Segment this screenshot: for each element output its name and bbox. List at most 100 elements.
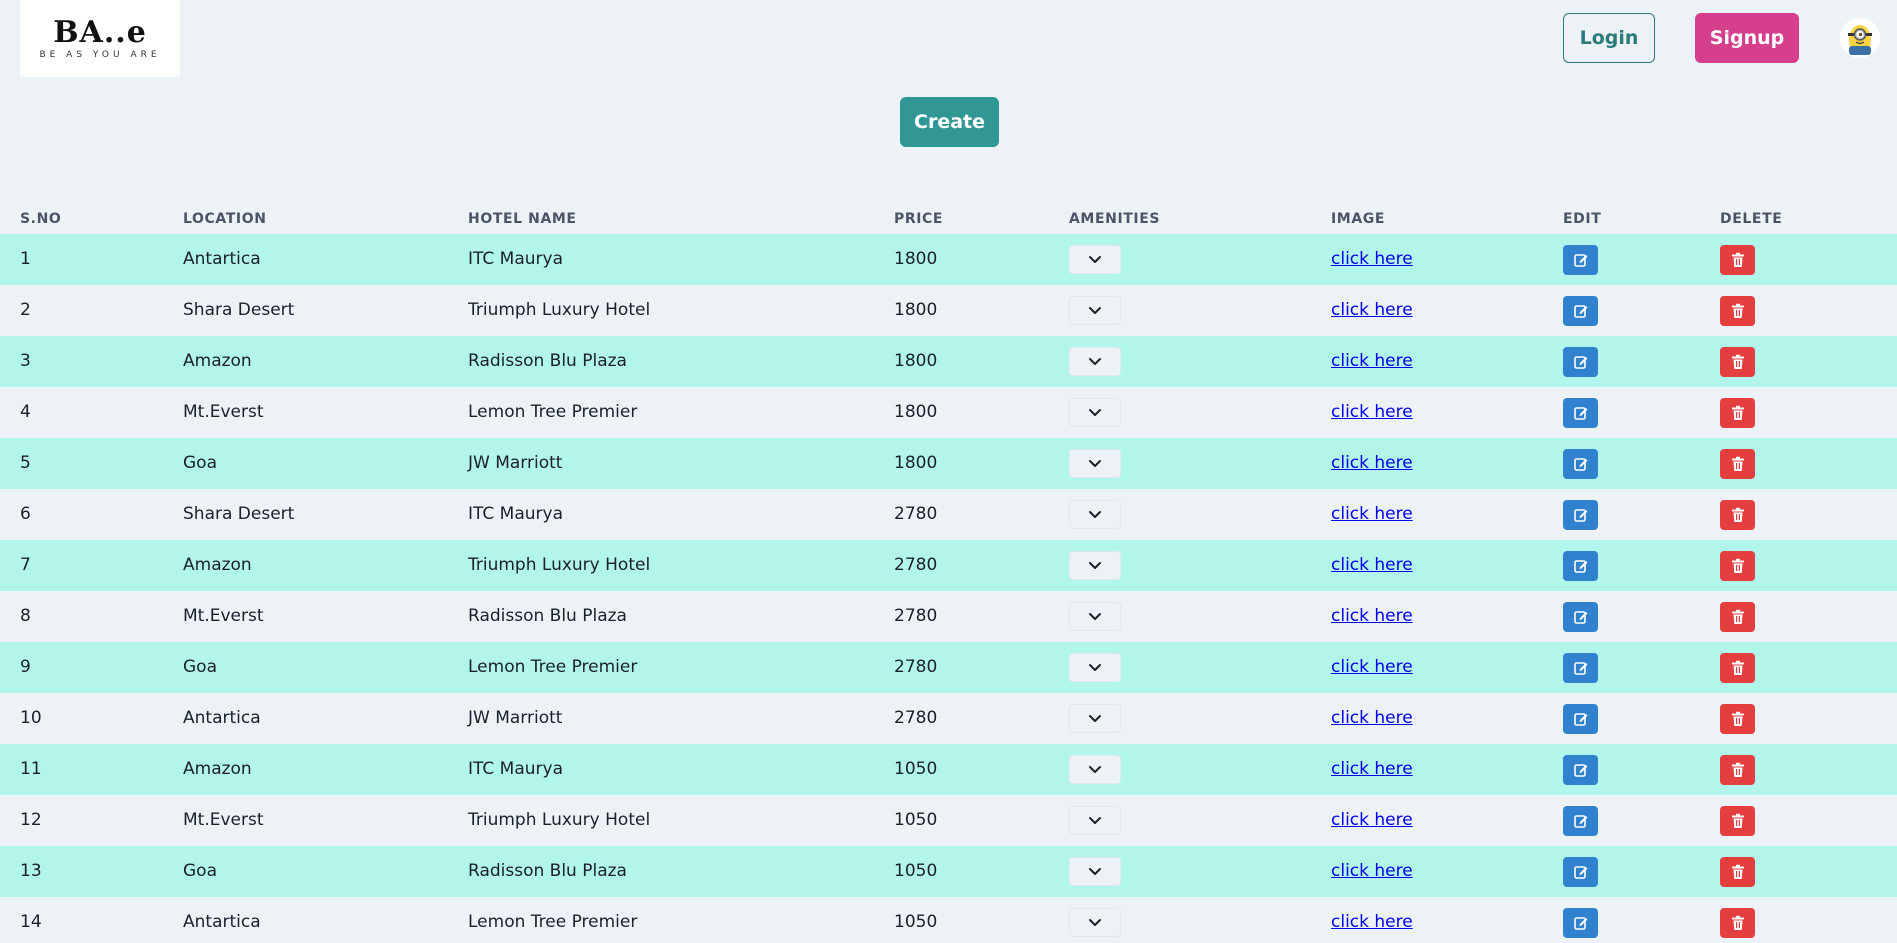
table-row: 7 Amazon Triumph Luxury Hotel 2780 click her… [0, 540, 1897, 591]
amenities-dropdown[interactable] [1069, 449, 1121, 478]
trash-icon [1731, 558, 1745, 574]
delete-button[interactable] [1720, 602, 1755, 632]
edit-button[interactable] [1563, 857, 1598, 887]
cell-location: Goa [183, 453, 217, 473]
delete-button[interactable] [1720, 245, 1755, 275]
delete-button[interactable] [1720, 347, 1755, 377]
edit-button[interactable] [1563, 602, 1598, 632]
cell-price: 1800 [894, 402, 938, 422]
table-row: 6 Shara Desert ITC Maurya 2780 click here [0, 489, 1897, 540]
cell-hotel-name: ITC Maurya [468, 249, 564, 269]
image-link[interactable]: click here [1331, 300, 1413, 320]
edit-button[interactable] [1563, 500, 1598, 530]
cell-price: 2780 [894, 657, 938, 677]
image-link[interactable]: click here [1331, 453, 1413, 473]
delete-button[interactable] [1720, 704, 1755, 734]
image-link[interactable]: click here [1331, 351, 1413, 371]
amenities-dropdown[interactable] [1069, 908, 1121, 937]
delete-button[interactable] [1720, 551, 1755, 581]
avatar[interactable] [1840, 18, 1880, 58]
amenities-dropdown[interactable] [1069, 602, 1121, 631]
edit-button[interactable] [1563, 755, 1598, 785]
edit-icon [1573, 354, 1589, 370]
cell-price: 1050 [894, 861, 938, 881]
trash-icon [1731, 609, 1745, 625]
edit-icon [1573, 813, 1589, 829]
delete-button[interactable] [1720, 449, 1755, 479]
amenities-dropdown[interactable] [1069, 806, 1121, 835]
delete-button[interactable] [1720, 755, 1755, 785]
table-row: 4 Mt.Everst Lemon Tree Premier 1800 click he… [0, 387, 1897, 438]
image-link[interactable]: click here [1331, 504, 1413, 524]
edit-icon [1573, 711, 1589, 727]
amenities-dropdown[interactable] [1069, 653, 1121, 682]
cell-price: 1050 [894, 759, 938, 779]
edit-button[interactable] [1563, 806, 1598, 836]
image-link[interactable]: click here [1331, 912, 1413, 932]
login-button[interactable]: Login [1563, 13, 1655, 63]
edit-button[interactable] [1563, 449, 1598, 479]
image-link[interactable]: click here [1331, 708, 1413, 728]
delete-button[interactable] [1720, 857, 1755, 887]
amenities-dropdown[interactable] [1069, 398, 1121, 427]
delete-button[interactable] [1720, 398, 1755, 428]
amenities-dropdown[interactable] [1069, 755, 1121, 784]
cell-price: 1800 [894, 351, 938, 371]
chevron-down-icon [1088, 255, 1102, 265]
edit-button[interactable] [1563, 908, 1598, 938]
image-link[interactable]: click here [1331, 606, 1413, 626]
delete-button[interactable] [1720, 296, 1755, 326]
chevron-down-icon [1088, 765, 1102, 775]
image-link[interactable]: click here [1331, 759, 1413, 779]
edit-button[interactable] [1563, 296, 1598, 326]
edit-button[interactable] [1563, 245, 1598, 275]
trash-icon [1731, 813, 1745, 829]
edit-icon [1573, 252, 1589, 268]
cell-hotel-name: Triumph Luxury Hotel [468, 555, 651, 575]
table-body: 1 Antartica ITC Maurya 1800 click here 2 Shara… [0, 234, 1897, 943]
cell-location: Amazon [183, 759, 252, 779]
cell-location: Antartica [183, 912, 261, 932]
image-link[interactable]: click here [1331, 810, 1413, 830]
amenities-dropdown[interactable] [1069, 245, 1121, 274]
column-header-delete: DELETE [1720, 211, 1783, 227]
chevron-down-icon [1088, 612, 1102, 622]
delete-button[interactable] [1720, 500, 1755, 530]
brand-logo[interactable]: BA..e BE AS YOU ARE [20, 0, 180, 77]
cell-price: 1800 [894, 249, 938, 269]
amenities-dropdown[interactable] [1069, 857, 1121, 886]
amenities-dropdown[interactable] [1069, 551, 1121, 580]
cell-price: 1050 [894, 912, 938, 932]
edit-button[interactable] [1563, 398, 1598, 428]
amenities-dropdown[interactable] [1069, 704, 1121, 733]
edit-button[interactable] [1563, 653, 1598, 683]
create-button[interactable]: Create [900, 97, 999, 147]
edit-button[interactable] [1563, 551, 1598, 581]
image-link[interactable]: click here [1331, 249, 1413, 269]
cell-price: 2780 [894, 555, 938, 575]
delete-button[interactable] [1720, 653, 1755, 683]
delete-button[interactable] [1720, 908, 1755, 938]
amenities-dropdown[interactable] [1069, 296, 1121, 325]
edit-icon [1573, 303, 1589, 319]
column-header-location: LOCATION [183, 211, 267, 227]
edit-button[interactable] [1563, 347, 1598, 377]
amenities-dropdown[interactable] [1069, 347, 1121, 376]
signup-button[interactable]: Signup [1695, 13, 1799, 63]
image-link[interactable]: click here [1331, 861, 1413, 881]
chevron-down-icon [1088, 561, 1102, 571]
edit-icon [1573, 456, 1589, 472]
cell-location: Goa [183, 657, 217, 677]
edit-button[interactable] [1563, 704, 1598, 734]
trash-icon [1731, 507, 1745, 523]
amenities-dropdown[interactable] [1069, 500, 1121, 529]
minion-avatar-icon [1848, 25, 1872, 55]
edit-icon [1573, 507, 1589, 523]
image-link[interactable]: click here [1331, 555, 1413, 575]
table-row: 14 Antartica Lemon Tree Premier 1050 click h… [0, 897, 1897, 943]
image-link[interactable]: click here [1331, 402, 1413, 422]
cell-price: 1050 [894, 810, 938, 830]
delete-button[interactable] [1720, 806, 1755, 836]
image-link[interactable]: click here [1331, 657, 1413, 677]
chevron-down-icon [1088, 459, 1102, 469]
